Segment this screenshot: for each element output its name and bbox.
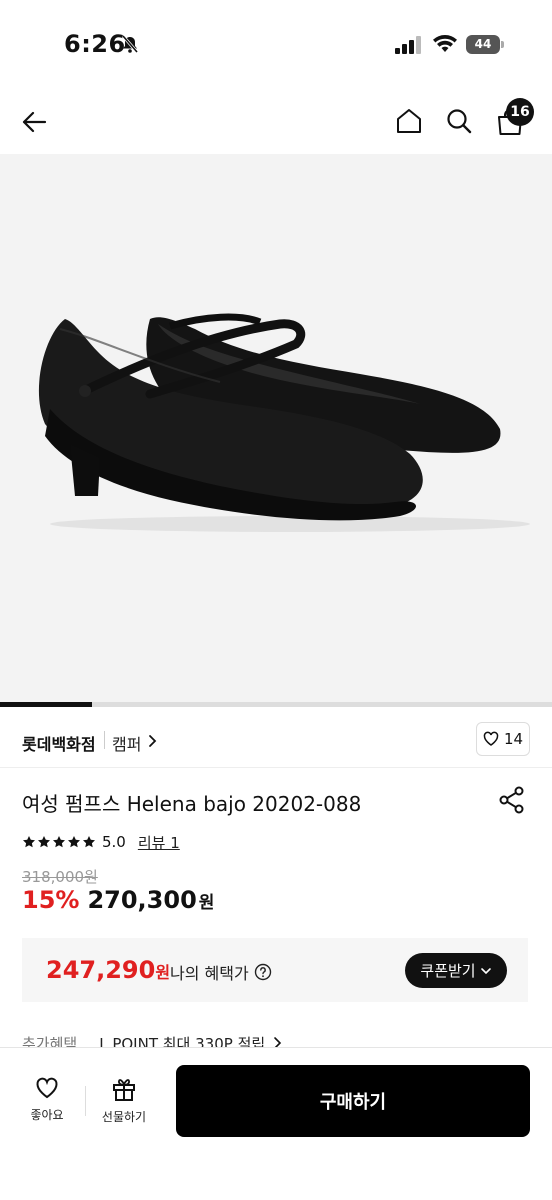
coupon-button-label: 쿠폰받기 (420, 962, 476, 980)
star-icon (68, 836, 80, 848)
wish-label: 좋아요 (30, 1108, 64, 1122)
bell-off-icon (121, 35, 139, 53)
review-link[interactable]: 리뷰 1 (138, 832, 180, 853)
gift-icon (113, 1079, 135, 1101)
home-icon (397, 109, 421, 133)
star-icon (38, 836, 50, 848)
benefit-label: 나의 혜택가 (170, 964, 249, 983)
product-photo-pumps (38, 313, 530, 532)
status-time: 6:26 (64, 30, 126, 58)
chevron-right-icon (149, 735, 157, 747)
sale-price: 270,300 (87, 886, 197, 914)
help-icon (254, 963, 271, 981)
buy-button[interactable]: 구매하기 (176, 1065, 530, 1137)
benefit-price: 247,290원 (46, 956, 170, 984)
share-button[interactable] (496, 784, 528, 816)
benefit-price-value: 247,290 (46, 956, 156, 984)
original-price: 318,000원 (22, 868, 98, 886)
product-image[interactable] (0, 154, 552, 702)
like-count-button[interactable]: 14 (476, 722, 530, 756)
arrow-left-icon (22, 111, 47, 133)
back-button[interactable] (16, 104, 52, 140)
gift-label: 선물하기 (101, 1110, 147, 1124)
heart-icon (36, 1077, 58, 1099)
app-header (0, 90, 552, 154)
search-icon (447, 109, 472, 134)
battery-level: 44 (466, 35, 500, 54)
rating-row: 5.0 리뷰 1 (22, 830, 180, 854)
rating-value: 5.0 (102, 833, 126, 851)
benefit-price-box: 247,290원 나의 혜택가 쿠폰받기 (22, 938, 528, 1002)
gallery-progress-track (0, 702, 552, 707)
discount-rate: 15% (22, 886, 80, 914)
brand-link[interactable]: 캠퍼 (112, 731, 141, 755)
brand-row: 롯데백화점 캠퍼 14 (0, 716, 552, 766)
like-count: 14 (503, 730, 524, 748)
share-icon (499, 786, 524, 814)
benefit-label-wrap[interactable]: 나의 혜택가 (170, 960, 272, 984)
bottom-separator (85, 1086, 86, 1116)
star-icon (23, 836, 35, 848)
wifi-icon (433, 35, 457, 52)
bottom-action-bar: 좋아요 선물하기 구매하기 (0, 1048, 552, 1200)
benefit-currency: 원 (155, 963, 171, 982)
star-icon (53, 836, 65, 848)
cellular-signal-icon (395, 36, 421, 54)
price-row: 15% 270,300 원 (22, 886, 214, 920)
brand-separator (104, 731, 105, 749)
coupon-button[interactable]: 쿠폰받기 (405, 953, 507, 988)
cart-count-badge: 16 (506, 98, 534, 126)
star-rating (22, 835, 96, 849)
heart-icon (483, 731, 499, 746)
wish-button[interactable]: 좋아요 (22, 1076, 72, 1128)
status-bar: 6:26 44 (0, 0, 552, 90)
divider (0, 767, 552, 768)
gift-button[interactable]: 선물하기 (96, 1076, 152, 1128)
home-button[interactable] (390, 102, 428, 140)
search-button[interactable] (440, 102, 478, 140)
star-icon (83, 836, 95, 848)
store-name[interactable]: 롯데백화점 (22, 731, 96, 755)
chevron-down-icon (480, 967, 491, 974)
product-title: 여성 펌프스 Helena bajo 20202-088 (22, 792, 362, 816)
battery-icon: 44 (466, 35, 504, 54)
currency-unit: 원 (198, 893, 215, 913)
gallery-progress-fill (0, 702, 92, 707)
